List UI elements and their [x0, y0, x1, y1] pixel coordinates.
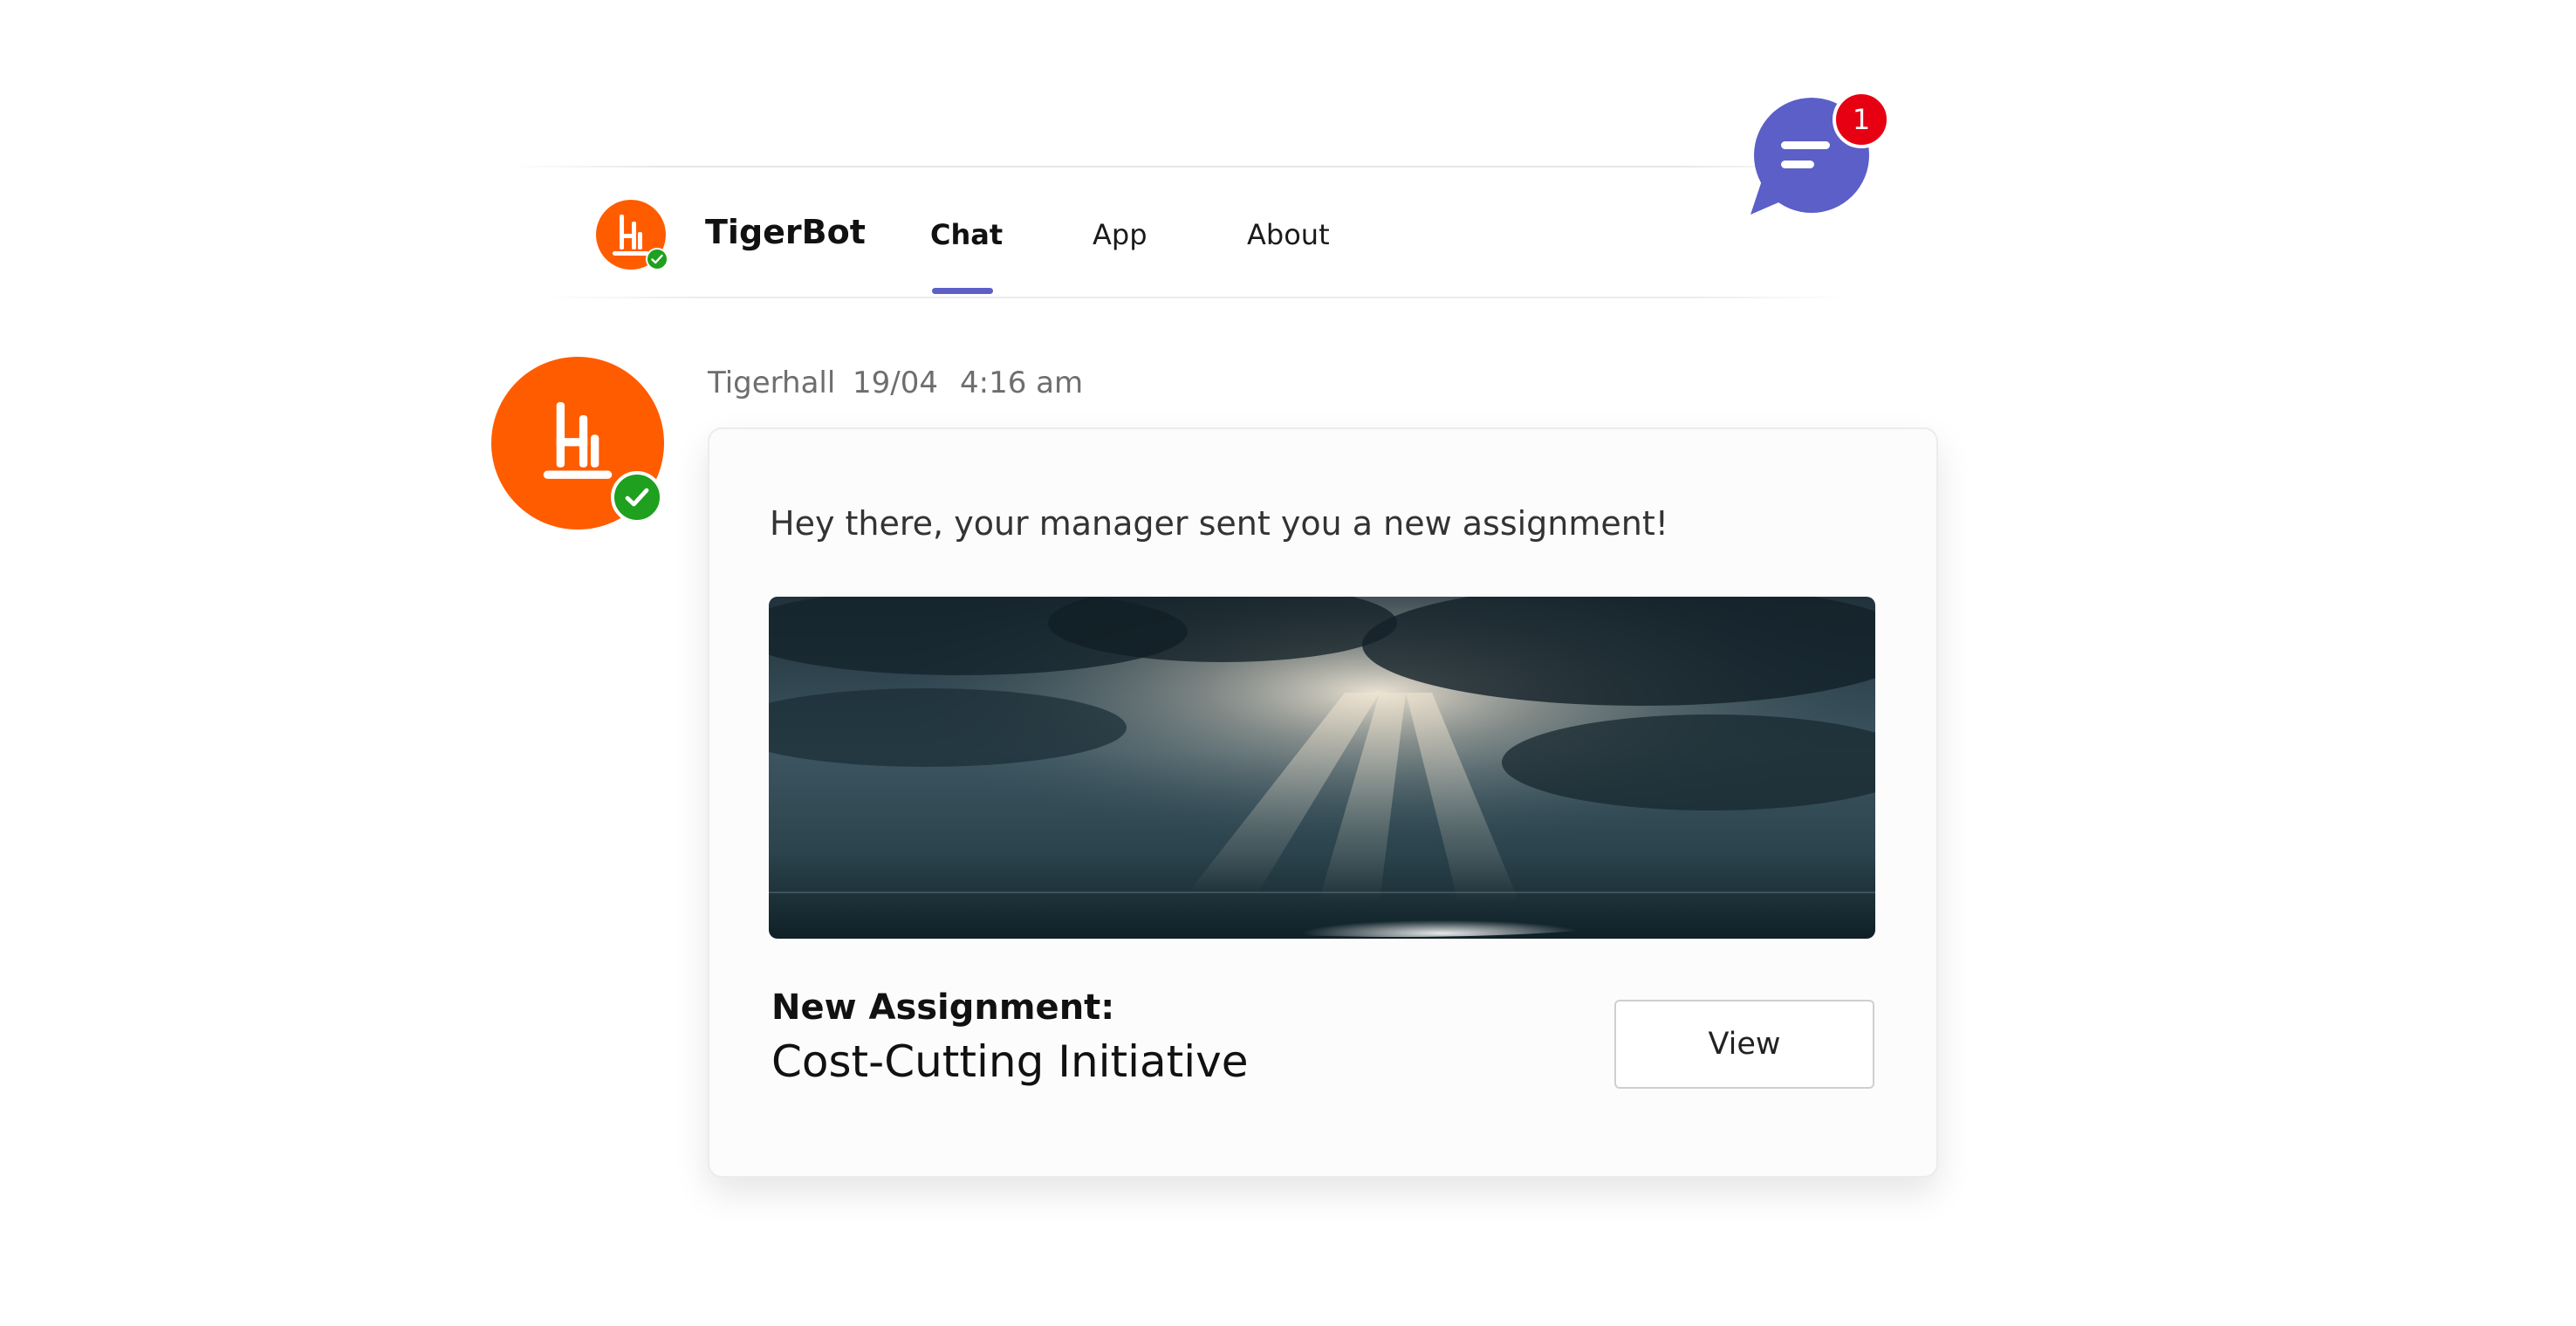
message-time: 4:16 am — [960, 366, 1084, 400]
view-button[interactable]: View — [1614, 1000, 1874, 1089]
header-bottom-divider — [541, 297, 1850, 298]
tab-app[interactable]: App — [1093, 218, 1148, 251]
available-check-icon — [611, 471, 663, 523]
active-tab-indicator — [932, 288, 993, 294]
assignment-title: Cost-Cutting Initiative — [771, 1036, 1249, 1087]
header-top-divider — [506, 166, 1833, 167]
notification-badge: 1 — [1833, 91, 1890, 148]
tigerhall-logo-icon — [543, 402, 613, 479]
tab-chat[interactable]: Chat — [930, 218, 1003, 251]
available-check-icon — [646, 248, 668, 270]
sky-sunrays-image — [769, 597, 1875, 939]
card-message-text: Hey there, your manager sent you a new a… — [770, 504, 1668, 543]
message-date: 19/04 — [853, 366, 938, 400]
tigerhall-logo-icon — [613, 215, 649, 256]
assignment-label: New Assignment: — [771, 988, 1115, 1028]
tab-about[interactable]: About — [1247, 218, 1330, 251]
message-sender: Tigerhall — [708, 366, 836, 400]
app-name: TigerBot — [705, 213, 866, 251]
